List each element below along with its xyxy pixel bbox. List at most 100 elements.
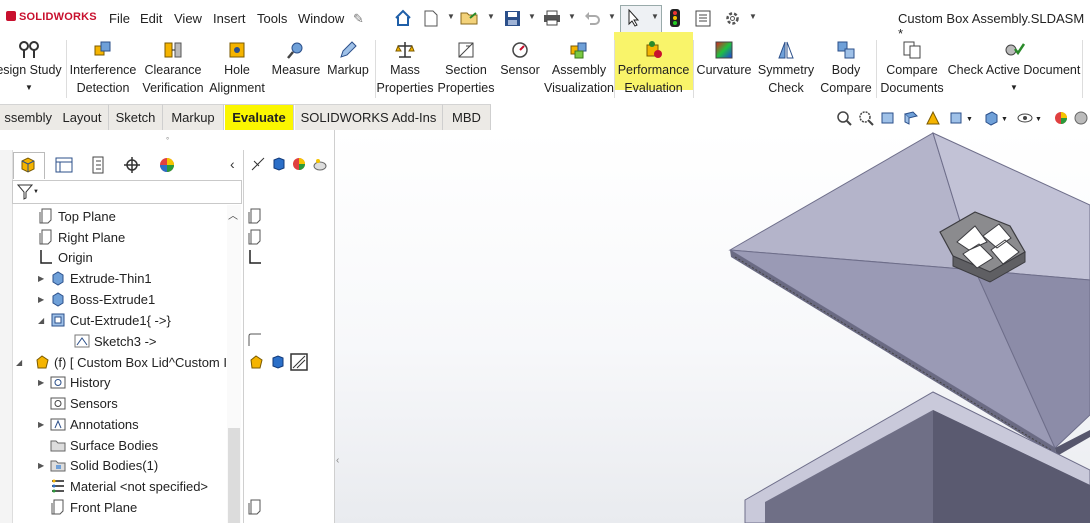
open-dropdown-icon[interactable]: ▼: [487, 12, 495, 21]
scroll-up-arrow-icon[interactable]: ︿: [228, 207, 238, 222]
tree-item-custom-box-lid[interactable]: ◢ (f) [ Custom Box Lid^Custom I: [16, 352, 227, 372]
tree-item-sketch3[interactable]: Sketch3 ->: [74, 331, 157, 351]
menu-file[interactable]: File: [109, 11, 130, 26]
tree-item-top-plane[interactable]: Top Plane: [38, 206, 116, 226]
tree-item-cut-extrude1[interactable]: ◢ Cut-Extrude1{ ->}: [38, 310, 171, 330]
expand-chevron-icon[interactable]: ▶: [38, 378, 50, 387]
display-style-icon[interactable]: [983, 110, 999, 129]
new-document-icon[interactable]: [421, 7, 441, 29]
filter-dropdown-icon[interactable]: ▼: [33, 189, 39, 195]
collapse-chevron-icon[interactable]: ◢: [16, 358, 28, 367]
tree-item-solid-bodies[interactable]: ▶ Solid Bodies(1): [38, 455, 158, 475]
display-style-dropdown-icon[interactable]: ▼: [1001, 116, 1008, 123]
expand-chevron-icon[interactable]: ▶: [38, 274, 50, 283]
displaymanager-tab-icon[interactable]: [153, 154, 181, 176]
print-dropdown-icon[interactable]: ▼: [568, 12, 576, 21]
clearance-verification-button[interactable]: Clearance Verification: [140, 36, 206, 100]
panel-collapse-strip[interactable]: [0, 150, 13, 523]
tree-item-material[interactable]: Material <not specified>: [50, 476, 208, 496]
undo-icon[interactable]: [582, 7, 602, 29]
sensor-button[interactable]: Sensor: [497, 36, 543, 100]
tab-evaluate[interactable]: Evaluate: [225, 104, 294, 130]
tab-markup[interactable]: Markup: [163, 104, 224, 130]
configurationmanager-tab-icon[interactable]: [84, 154, 112, 176]
propertymanager-tab-icon[interactable]: [50, 154, 78, 176]
tab-assembly[interactable]: ssembly: [0, 104, 57, 130]
viewport-splitter-handle[interactable]: ‹: [336, 455, 344, 475]
hide-show-dropdown-icon[interactable]: ▼: [1035, 116, 1042, 123]
previous-view-icon[interactable]: [880, 110, 896, 129]
tree-item-right-plane[interactable]: Right Plane: [38, 227, 125, 247]
check-active-document-button[interactable]: Check Active Document ▼: [948, 36, 1080, 100]
transparency-column-icon[interactable]: [312, 156, 328, 175]
hide-show-items-icon[interactable]: [1017, 110, 1033, 129]
file-properties-icon[interactable]: [693, 7, 713, 29]
tree-item-extrude-thin1[interactable]: ▶ Extrude-Thin1: [38, 268, 152, 288]
graphics-viewport[interactable]: [335, 130, 1090, 523]
collapse-pane-chevron-icon[interactable]: ‹: [230, 156, 235, 172]
section-properties-button[interactable]: Section Properties: [437, 36, 495, 100]
compare-documents-button[interactable]: Compare Documents: [878, 36, 946, 100]
save-icon[interactable]: [501, 7, 523, 29]
select-dropdown-icon[interactable]: ▼: [651, 12, 659, 21]
symmetry-check-button[interactable]: Symmetry Check: [756, 36, 816, 100]
assembly-visualization-button[interactable]: Assembly Visualization: [544, 36, 614, 100]
measure-button[interactable]: Measure: [270, 36, 322, 100]
section-view-icon[interactable]: [903, 110, 919, 129]
tree-filter-box[interactable]: ▼: [12, 180, 242, 204]
expand-chevron-icon[interactable]: ▶: [38, 295, 50, 304]
markup-button[interactable]: Markup: [323, 36, 373, 100]
tree-item-surface-bodies[interactable]: Surface Bodies: [50, 435, 158, 455]
zoom-to-fit-icon[interactable]: [836, 110, 852, 129]
edit-appearance-icon[interactable]: [1053, 110, 1069, 129]
tree-item-origin[interactable]: Origin: [38, 247, 93, 267]
view-orientation-icon[interactable]: [948, 110, 964, 129]
tree-item-sensors[interactable]: Sensors: [50, 393, 118, 413]
interference-detection-button[interactable]: Interference Detection: [69, 36, 137, 100]
options-dropdown-icon[interactable]: ▼: [749, 12, 757, 21]
tree-scrollbar-thumb[interactable]: [228, 428, 240, 523]
curvature-button[interactable]: Curvature: [694, 36, 754, 100]
undo-dropdown-icon[interactable]: ▼: [608, 12, 616, 21]
pin-icon[interactable]: ✎: [353, 11, 364, 27]
print-icon[interactable]: [541, 7, 563, 29]
view-orientation-dropdown-icon[interactable]: ▼: [966, 116, 973, 123]
select-cursor-icon[interactable]: [624, 7, 644, 29]
menu-window[interactable]: Window: [298, 11, 344, 26]
menu-tools[interactable]: Tools: [257, 11, 287, 26]
zoom-to-area-icon[interactable]: [858, 110, 874, 129]
expand-chevron-icon[interactable]: ▶: [38, 420, 50, 429]
tab-layout[interactable]: Layout: [56, 104, 109, 130]
hole-alignment-button[interactable]: Hole Alignment: [208, 36, 266, 100]
tree-item-boss-extrude1[interactable]: ▶ Boss-Extrude1: [38, 289, 155, 309]
featuremanager-tab-icon[interactable]: [14, 154, 42, 176]
dimxpertmanager-tab-icon[interactable]: [118, 154, 146, 176]
save-dropdown-icon[interactable]: ▼: [528, 12, 536, 21]
home-icon[interactable]: [392, 7, 414, 29]
pane-splitter-handle[interactable]: °: [166, 136, 169, 145]
collapse-chevron-icon[interactable]: ◢: [38, 316, 50, 325]
tab-sketch[interactable]: Sketch: [109, 104, 163, 130]
check-active-dropdown-icon[interactable]: ▼: [1010, 80, 1018, 96]
tree-item-front-plane[interactable]: Front Plane: [50, 497, 137, 517]
menu-edit[interactable]: Edit: [140, 11, 162, 26]
open-folder-icon[interactable]: [459, 7, 481, 29]
component-display-icon[interactable]: [270, 354, 286, 373]
appearance-column-icon[interactable]: [291, 156, 307, 175]
design-study-dropdown-icon[interactable]: ▼: [25, 80, 33, 96]
tree-item-history[interactable]: ▶ History: [38, 372, 110, 392]
hide-show-column-icon[interactable]: [251, 157, 265, 174]
dynamic-annotation-icon[interactable]: [925, 110, 941, 129]
options-gear-icon[interactable]: [722, 7, 742, 29]
tree-item-annotations[interactable]: ▶ Annotations: [38, 414, 139, 434]
rebuild-traffic-light-icon[interactable]: [665, 7, 685, 29]
expand-chevron-icon[interactable]: ▶: [38, 461, 50, 470]
tab-mbd[interactable]: MBD: [443, 104, 491, 130]
performance-evaluation-button[interactable]: Performance Evaluation: [615, 36, 692, 100]
menu-view[interactable]: View: [174, 11, 202, 26]
apply-scene-icon[interactable]: [1073, 110, 1089, 129]
new-dropdown-icon[interactable]: ▼: [447, 12, 455, 21]
design-study-button[interactable]: esign Study ▼: [0, 36, 64, 100]
menu-insert[interactable]: Insert: [213, 11, 246, 26]
mass-properties-button[interactable]: Mass Properties: [376, 36, 434, 100]
